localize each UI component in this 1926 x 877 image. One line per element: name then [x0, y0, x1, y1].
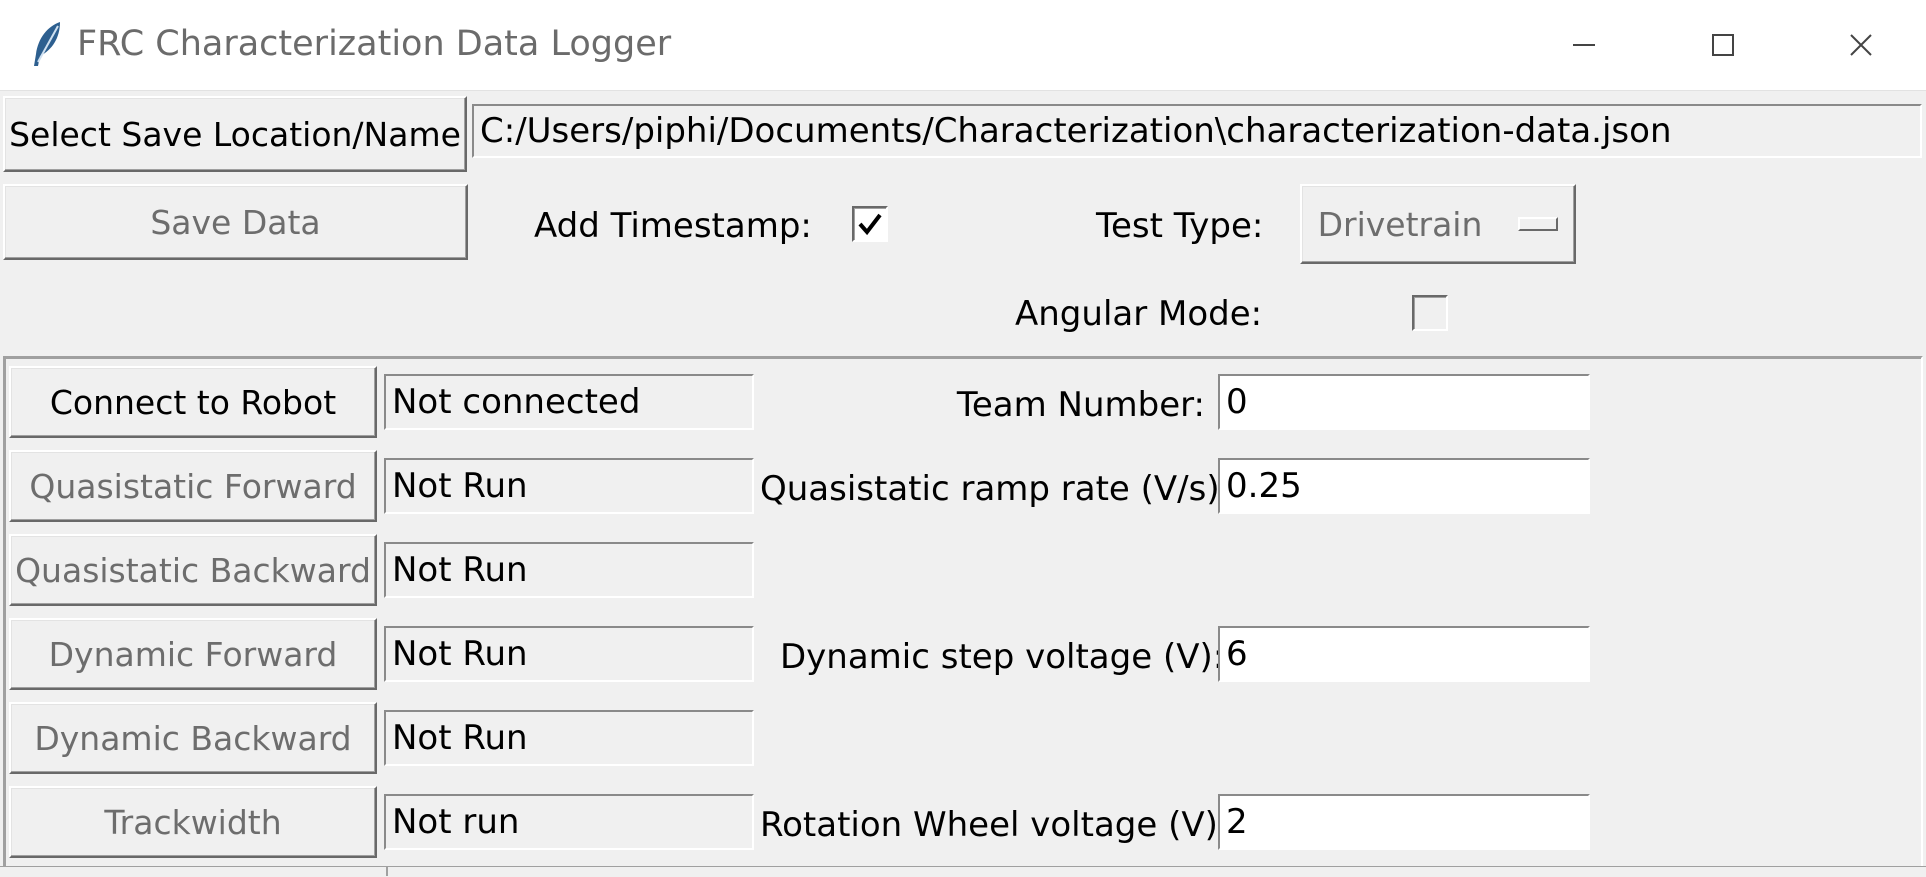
checkmark-icon: [858, 213, 882, 236]
dropdown-indicator-icon: [1518, 217, 1559, 231]
maximize-icon: [1712, 34, 1734, 56]
save-path-field[interactable]: C:/Users/piphi/Documents/Characterizatio…: [472, 104, 1922, 158]
connection-status-field: Not connected: [384, 374, 754, 430]
trackwidth-status: Not run: [384, 794, 754, 850]
bottom-divider: [386, 866, 388, 876]
quasistatic-forward-status: Not Run: [384, 458, 754, 514]
step-voltage-label: Dynamic step voltage (V):: [780, 637, 1225, 677]
dynamic-forward-button[interactable]: Dynamic Forward: [9, 618, 377, 690]
angular-mode-checkbox[interactable]: [1412, 295, 1448, 331]
add-timestamp-checkbox[interactable]: [852, 206, 888, 242]
add-timestamp-label: Add Timestamp:: [534, 206, 812, 246]
maximize-button[interactable]: [1654, 0, 1792, 90]
minimize-button[interactable]: [1516, 0, 1654, 90]
close-button[interactable]: [1792, 0, 1926, 90]
connect-to-robot-button[interactable]: Connect to Robot: [9, 366, 377, 438]
test-type-dropdown[interactable]: Drivetrain: [1300, 184, 1576, 264]
dynamic-backward-button[interactable]: Dynamic Backward: [9, 702, 377, 774]
quasistatic-backward-button[interactable]: Quasistatic Backward: [9, 534, 377, 606]
dynamic-backward-status: Not Run: [384, 710, 754, 766]
title-bar: FRC Characterization Data Logger: [0, 0, 1926, 91]
window-title: FRC Characterization Data Logger: [77, 24, 672, 64]
save-data-button[interactable]: Save Data: [3, 184, 468, 260]
step-voltage-input[interactable]: 6: [1218, 626, 1590, 682]
test-type-label: Test Type:: [1096, 206, 1264, 246]
close-icon: [1850, 34, 1872, 56]
bottom-edge: [0, 866, 1926, 877]
rotation-voltage-input[interactable]: 2: [1218, 794, 1590, 850]
trackwidth-button[interactable]: Trackwidth: [9, 786, 377, 858]
team-number-input[interactable]: 0: [1218, 374, 1590, 430]
quasistatic-forward-button[interactable]: Quasistatic Forward: [9, 450, 377, 522]
team-number-label: Team Number:: [956, 385, 1205, 425]
angular-mode-label: Angular Mode:: [1015, 294, 1263, 334]
dynamic-forward-status: Not Run: [384, 626, 754, 682]
minimize-icon: [1573, 44, 1595, 46]
feather-icon: [30, 20, 66, 70]
test-type-value: Drivetrain: [1317, 204, 1483, 244]
rotation-voltage-label: Rotation Wheel voltage (V):: [760, 805, 1230, 845]
select-save-location-button[interactable]: Select Save Location/Name: [3, 96, 467, 172]
quasistatic-backward-status: Not Run: [384, 542, 754, 598]
ramp-rate-input[interactable]: 0.25: [1218, 458, 1590, 514]
ramp-rate-label: Quasistatic ramp rate (V/s):: [760, 469, 1232, 509]
